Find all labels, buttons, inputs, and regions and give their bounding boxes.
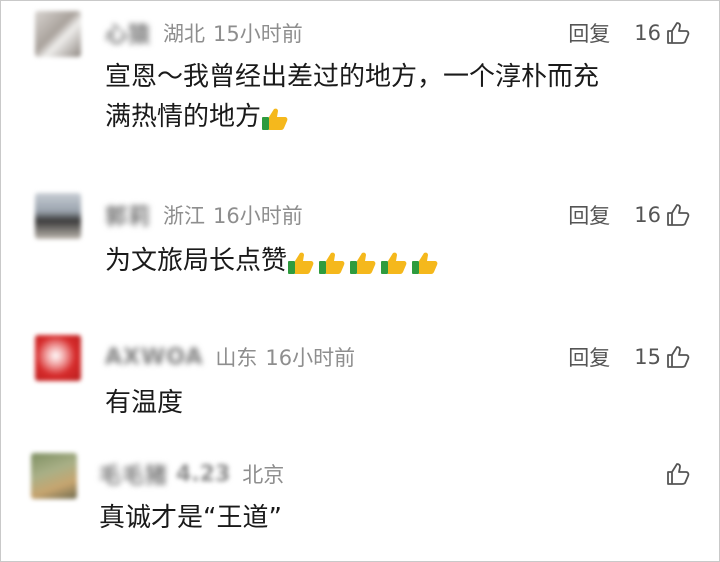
thumbs-up-emoji-icon: [318, 248, 346, 274]
comment-text-line: 满热情的地方: [105, 102, 262, 132]
thumbs-up-outline-icon[interactable]: [665, 461, 691, 487]
username[interactable]: 毛毛猪: [99, 458, 168, 490]
location: 山东: [215, 346, 258, 370]
username[interactable]: AXWOA: [105, 345, 203, 370]
comment-text: 真诚才是“王道”: [99, 498, 282, 538]
user-level: 4.23: [176, 461, 231, 487]
location: 北京: [242, 463, 285, 487]
location: 浙江: [163, 204, 206, 228]
comment-list: 心猿 湖北 15小时前 回复 16 宣恩～我曾经出差过的地方，一个淳朴而充 满热…: [0, 0, 720, 562]
thumbs-up-emoji-icon: [380, 248, 408, 274]
comment-text: 为文旅局长点赞: [105, 241, 442, 281]
avatar[interactable]: [35, 193, 81, 239]
thumbs-up-emoji-icon: [411, 248, 439, 274]
comment-text-line: 宣恩～我曾经出差过的地方，一个淳朴而充: [105, 62, 600, 92]
like-count: 16: [634, 21, 661, 45]
comment-text-line: 有温度: [105, 388, 184, 418]
reply-button[interactable]: 回复: [568, 200, 610, 230]
comment-text-line: 真诚才是“王道”: [99, 503, 282, 533]
timestamp: 15小时前: [213, 22, 303, 46]
username[interactable]: 心猿: [105, 17, 151, 49]
avatar[interactable]: [31, 453, 77, 499]
thumbs-up-emoji-icon: [287, 248, 315, 274]
reply-button[interactable]: 回复: [568, 342, 610, 372]
username[interactable]: 郭莉: [105, 199, 151, 231]
like-count: 16: [634, 203, 661, 227]
thumbs-up-outline-icon[interactable]: [665, 202, 691, 228]
timestamp: 16小时前: [213, 204, 303, 228]
location: 湖北: [163, 22, 206, 46]
like-count: 15: [634, 345, 661, 369]
thumbs-up-emoji-icon: [261, 104, 289, 130]
thumbs-up-outline-icon[interactable]: [665, 20, 691, 46]
comment-text-line: 为文旅局长点赞: [105, 246, 288, 276]
thumbs-up-emoji-icon: [349, 248, 377, 274]
avatar[interactable]: [35, 11, 81, 57]
avatar[interactable]: [35, 335, 81, 381]
reply-button[interactable]: 回复: [568, 18, 610, 48]
thumbs-up-outline-icon[interactable]: [665, 344, 691, 370]
comment-text: 宣恩～我曾经出差过的地方，一个淳朴而充 满热情的地方: [105, 57, 599, 137]
comment-text: 有温度: [105, 383, 183, 423]
timestamp: 16小时前: [265, 346, 356, 370]
